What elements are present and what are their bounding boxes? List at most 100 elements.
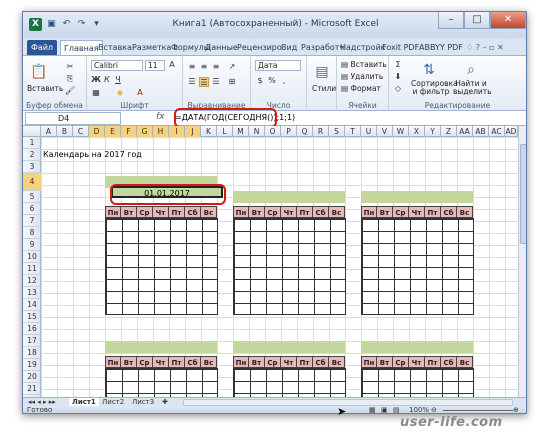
font-size-dropdown[interactable]: 11: [145, 60, 165, 71]
clear-icon[interactable]: ◇: [393, 84, 403, 94]
weekday-cell[interactable]: Пт: [297, 356, 313, 368]
weekday-cell[interactable]: Сб: [313, 356, 329, 368]
row-header[interactable]: 10: [23, 251, 41, 263]
align-right-icon[interactable]: ☰: [211, 77, 221, 87]
borders-icon[interactable]: ▦: [91, 88, 101, 98]
col-header[interactable]: I: [169, 126, 185, 137]
weekday-cell[interactable]: Пт: [425, 356, 441, 368]
weekday-cell[interactable]: Вт: [249, 356, 265, 368]
worksheet-grid[interactable]: Календарь на 2017 год 01.01.2017 Пн Вт С…: [41, 137, 518, 397]
weekday-cell[interactable]: Вт: [249, 206, 265, 218]
zoom-level[interactable]: 100%: [409, 406, 429, 413]
minimize-button[interactable]: –: [438, 12, 464, 29]
weekday-cell[interactable]: Ср: [137, 206, 153, 218]
maximize-button[interactable]: □: [464, 12, 490, 29]
weekday-cell[interactable]: Вс: [201, 206, 217, 218]
weekday-cell[interactable]: Сб: [313, 206, 329, 218]
col-header[interactable]: J: [185, 126, 201, 137]
col-header[interactable]: S: [329, 126, 345, 137]
tab-addins[interactable]: Надстройк: [340, 40, 386, 55]
weekday-cell[interactable]: Вс: [329, 206, 345, 218]
paste-icon[interactable]: 📋: [29, 62, 49, 82]
col-header[interactable]: K: [201, 126, 217, 137]
fx-icon[interactable]: fx: [156, 112, 165, 122]
weekday-cell[interactable]: Пн: [361, 206, 377, 218]
font-color-icon[interactable]: A: [135, 88, 145, 98]
row-header[interactable]: 4: [23, 173, 41, 191]
weekday-cell[interactable]: Чт: [409, 356, 425, 368]
col-header[interactable]: Z: [441, 126, 457, 137]
col-header[interactable]: P: [281, 126, 297, 137]
row-header[interactable]: 16: [23, 323, 41, 335]
row-header[interactable]: 15: [23, 311, 41, 323]
month-body-5[interactable]: [233, 368, 346, 397]
col-header[interactable]: B: [57, 126, 73, 137]
row-header[interactable]: 21: [23, 383, 41, 395]
save-icon[interactable]: ▣: [45, 18, 58, 31]
weekday-cell[interactable]: Сб: [185, 206, 201, 218]
col-header[interactable]: C: [73, 126, 89, 137]
row-header[interactable]: 12: [23, 275, 41, 287]
weekday-cell[interactable]: Пт: [297, 206, 313, 218]
col-header[interactable]: G: [137, 126, 153, 137]
find-select-button[interactable]: Найти и выделить: [453, 80, 492, 96]
weekday-cell[interactable]: Пт: [425, 206, 441, 218]
col-header[interactable]: A: [41, 126, 57, 137]
close-button[interactable]: ✕: [490, 12, 526, 29]
italic-icon[interactable]: К: [102, 75, 112, 85]
format-cells-button[interactable]: ▤ Формат: [341, 84, 381, 93]
col-header[interactable]: AA: [457, 126, 473, 137]
weekday-cell[interactable]: Чт: [153, 356, 169, 368]
align-top-icon[interactable]: ≡: [187, 62, 197, 72]
tab-data[interactable]: Данные: [205, 40, 238, 55]
weekday-cell[interactable]: Вс: [457, 206, 473, 218]
align-bottom-icon[interactable]: ≡: [211, 62, 221, 72]
tab-file[interactable]: Файл: [27, 40, 57, 55]
select-all-corner[interactable]: [23, 126, 41, 137]
sort-filter-icon[interactable]: ⇅: [419, 60, 439, 80]
copy-icon[interactable]: ⎘: [65, 74, 75, 84]
normal-view-icon[interactable]: ▦: [369, 406, 376, 413]
col-header[interactable]: O: [265, 126, 281, 137]
month-body-6[interactable]: [361, 368, 474, 397]
row-header[interactable]: 8: [23, 227, 41, 239]
underline-icon[interactable]: Ч: [113, 75, 123, 85]
col-header[interactable]: M: [233, 126, 249, 137]
cut-icon[interactable]: ✂: [65, 62, 75, 72]
weekday-cell[interactable]: Чт: [281, 356, 297, 368]
align-center-icon[interactable]: ☰: [199, 77, 209, 87]
tab-view[interactable]: Вид: [281, 40, 297, 55]
col-header[interactable]: N: [249, 126, 265, 137]
tab-home[interactable]: Главная: [60, 40, 103, 55]
weekday-cell[interactable]: Пн: [233, 206, 249, 218]
page-layout-view-icon[interactable]: ▣: [381, 406, 388, 413]
col-header[interactable]: X: [409, 126, 425, 137]
percent-icon[interactable]: %: [267, 76, 277, 86]
excel-logo-icon[interactable]: X: [29, 18, 42, 31]
weekday-cell[interactable]: Вс: [329, 356, 345, 368]
row-header[interactable]: 19: [23, 359, 41, 371]
col-header[interactable]: AC: [489, 126, 505, 137]
row-header[interactable]: 17: [23, 335, 41, 347]
row-header[interactable]: 18: [23, 347, 41, 359]
weekday-cell[interactable]: Ср: [393, 206, 409, 218]
weekday-cell[interactable]: Вт: [377, 356, 393, 368]
zoom-in-icon[interactable]: ⊕: [513, 406, 519, 413]
col-header[interactable]: D: [89, 126, 105, 137]
customize-qat-icon[interactable]: ▾: [90, 18, 103, 31]
col-header[interactable]: H: [153, 126, 169, 137]
row-header[interactable]: 9: [23, 239, 41, 251]
row-header[interactable]: 5: [23, 191, 41, 203]
col-header[interactable]: Y: [425, 126, 441, 137]
month-body-2[interactable]: [233, 218, 346, 315]
weekday-cell[interactable]: Пн: [105, 356, 121, 368]
scroll-thumb[interactable]: [520, 144, 526, 244]
weekday-cell[interactable]: Пн: [233, 356, 249, 368]
weekday-cell[interactable]: Ср: [137, 356, 153, 368]
grow-font-icon[interactable]: A: [167, 60, 177, 70]
month-header-6[interactable]: [361, 341, 473, 353]
month-body-3[interactable]: [361, 218, 474, 315]
weekday-cell[interactable]: Ср: [265, 206, 281, 218]
zoom-out-icon[interactable]: ⊖: [431, 406, 437, 413]
row-header[interactable]: 14: [23, 299, 41, 311]
